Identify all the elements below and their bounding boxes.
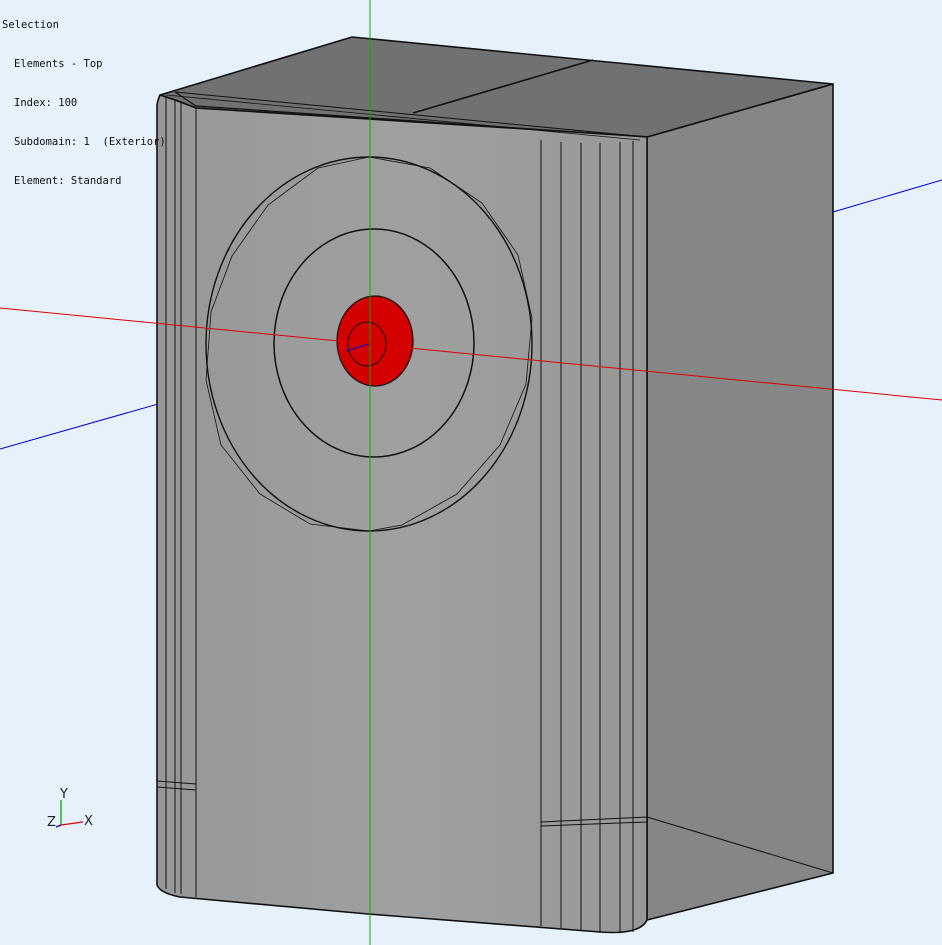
selection-header: Selection <box>2 19 59 31</box>
selection-element-type: Elements - Top <box>14 58 103 70</box>
triad-z-label: Z <box>47 815 56 830</box>
triad-y-label: Y <box>59 787 68 802</box>
speaker-cabinet-model[interactable] <box>156 36 834 934</box>
selection-subdomain: Subdomain: 1 (Exterior) <box>14 136 166 148</box>
cabinet-front-face[interactable] <box>156 94 648 934</box>
selection-index: Index: 100 <box>14 97 78 109</box>
triad-x-label: X <box>84 814 93 829</box>
z-axis-line-right <box>832 179 942 213</box>
orientation-triad: Y Z X <box>47 787 93 830</box>
selection-element-kind: Element: Standard <box>14 175 122 187</box>
cabinet-side-face[interactable] <box>646 83 834 921</box>
selection-info-panel: Selection Elements - Top Index: 100 Subd… <box>2 0 166 201</box>
